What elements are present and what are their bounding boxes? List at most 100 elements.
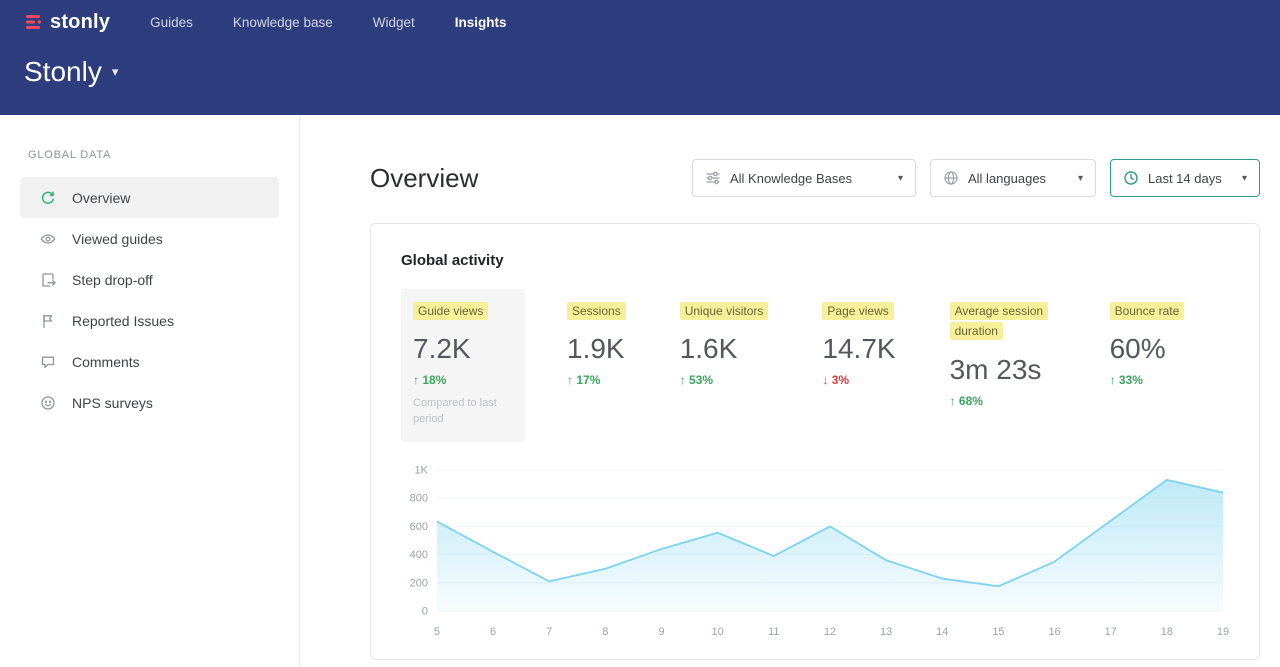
- metric-label: Average session duration: [950, 302, 1049, 340]
- sidebar-item-label: Overview: [72, 190, 130, 206]
- arrow-up-icon: ↑: [1110, 373, 1116, 387]
- main-panel: Overview All Knowledge Bases ▾: [300, 115, 1280, 667]
- global-activity-card: Global activity Guide views 7.2K ↑ 18% C…: [370, 223, 1260, 660]
- metric-change: ↑ 18%: [413, 373, 513, 387]
- metric-value: 1.6K: [680, 333, 769, 365]
- metric-label: Page views: [822, 302, 893, 320]
- svg-text:5: 5: [434, 626, 440, 638]
- content-area: GLOBAL DATA Overview Viewed guides: [0, 115, 1280, 667]
- svg-text:11: 11: [768, 626, 779, 638]
- sidebar-item-viewed-guides[interactable]: Viewed guides: [20, 218, 279, 259]
- metric-bounce-rate[interactable]: Bounce rate 60% ↑ 33%: [1098, 289, 1197, 401]
- filter-label: All languages: [968, 171, 1046, 186]
- svg-text:800: 800: [410, 493, 428, 505]
- step-dropoff-icon: [40, 272, 56, 288]
- activity-chart-wrap: 02004006008001K5678910111213141516171819: [401, 458, 1229, 643]
- nav-item-knowledge-base[interactable]: Knowledge base: [233, 15, 333, 30]
- metric-change: ↑ 33%: [1110, 373, 1185, 387]
- sidebar: GLOBAL DATA Overview Viewed guides: [0, 115, 300, 667]
- arrow-up-icon: ↑: [567, 373, 573, 387]
- globe-icon: [943, 170, 959, 186]
- metric-value: 14.7K: [822, 333, 895, 365]
- arrow-up-icon: ↑: [413, 373, 419, 387]
- svg-text:9: 9: [658, 626, 664, 638]
- metric-value: 1.9K: [567, 333, 626, 365]
- stonly-logo[interactable]: stonly: [24, 11, 110, 34]
- metric-label: Sessions: [567, 302, 626, 320]
- svg-text:8: 8: [602, 626, 608, 638]
- metric-value: 60%: [1110, 333, 1185, 365]
- workspace-caret-icon[interactable]: ▾: [112, 64, 119, 80]
- eye-icon: [40, 231, 56, 247]
- smiley-icon: [40, 395, 56, 411]
- stonly-logo-icon: [24, 12, 44, 32]
- sidebar-item-comments[interactable]: Comments: [20, 341, 279, 382]
- svg-text:16: 16: [1048, 626, 1060, 638]
- sidebar-item-label: Reported Issues: [72, 313, 174, 329]
- app-header: stonly Guides Knowledge base Widget Insi…: [0, 0, 1280, 115]
- comment-icon: [40, 354, 56, 370]
- metric-label: Bounce rate: [1110, 302, 1185, 320]
- metric-change: ↑ 68%: [950, 394, 1056, 408]
- date-range-filter[interactable]: Last 14 days ▾: [1110, 159, 1260, 197]
- metric-value: 3m 23s: [950, 354, 1056, 386]
- arrow-up-icon: ↑: [950, 394, 956, 408]
- svg-text:1K: 1K: [415, 465, 429, 477]
- nav-item-guides[interactable]: Guides: [150, 15, 193, 30]
- svg-text:18: 18: [1161, 626, 1173, 638]
- metric-guide-views[interactable]: Guide views 7.2K ↑ 18% Compared to last …: [401, 289, 525, 442]
- workspace-title: Stonly: [24, 56, 102, 88]
- languages-filter[interactable]: All languages ▾: [930, 159, 1096, 197]
- flag-icon: [40, 313, 56, 329]
- filter-label: Last 14 days: [1148, 171, 1222, 186]
- sidebar-item-reported-issues[interactable]: Reported Issues: [20, 300, 279, 341]
- metric-value: 7.2K: [413, 333, 513, 365]
- metric-sessions[interactable]: Sessions 1.9K ↑ 17%: [555, 289, 638, 401]
- metric-note: Compared to last period: [413, 396, 513, 428]
- svg-text:200: 200: [410, 578, 428, 590]
- svg-text:0: 0: [422, 606, 428, 618]
- sidebar-item-label: Step drop-off: [72, 272, 153, 288]
- activity-area-chart: 02004006008001K5678910111213141516171819: [401, 458, 1229, 643]
- logo-text: stonly: [50, 11, 110, 34]
- filters: All Knowledge Bases ▾ All languages ▾: [692, 159, 1260, 197]
- svg-text:15: 15: [992, 626, 1004, 638]
- chevron-down-icon: ▾: [888, 173, 903, 184]
- arrow-down-icon: ↓: [822, 373, 828, 387]
- metric-change: ↑ 17%: [567, 373, 626, 387]
- svg-text:19: 19: [1217, 626, 1229, 638]
- sidebar-item-label: NPS surveys: [72, 395, 153, 411]
- knowledge-bases-filter[interactable]: All Knowledge Bases ▾: [692, 159, 916, 197]
- metric-avg-session-duration[interactable]: Average session duration 3m 23s ↑ 68%: [938, 289, 1068, 422]
- chevron-down-icon: ▾: [1232, 173, 1247, 184]
- metric-unique-visitors[interactable]: Unique visitors 1.6K ↑ 53%: [668, 289, 781, 401]
- metric-label: Guide views: [413, 302, 488, 320]
- metric-label: Unique visitors: [680, 302, 769, 320]
- metric-change: ↓ 3%: [822, 373, 895, 387]
- top-navigation: stonly Guides Knowledge base Widget Insi…: [0, 0, 1280, 44]
- heading-row: Overview All Knowledge Bases ▾: [370, 159, 1260, 197]
- workspace-row: Stonly ▾: [0, 44, 1280, 88]
- card-title: Global activity: [401, 252, 1229, 269]
- svg-text:10: 10: [712, 626, 724, 638]
- sidebar-item-overview[interactable]: Overview: [20, 177, 279, 218]
- nav-item-insights[interactable]: Insights: [455, 15, 507, 30]
- svg-text:400: 400: [410, 549, 428, 561]
- overview-icon: [40, 190, 56, 206]
- svg-text:12: 12: [824, 626, 836, 638]
- sidebar-section-label: GLOBAL DATA: [28, 149, 299, 161]
- metric-page-views[interactable]: Page views 14.7K ↓ 3%: [810, 289, 907, 401]
- nav-item-widget[interactable]: Widget: [373, 15, 415, 30]
- svg-text:600: 600: [410, 521, 428, 533]
- sidebar-item-step-dropoff[interactable]: Step drop-off: [20, 259, 279, 300]
- arrow-up-icon: ↑: [680, 373, 686, 387]
- page-title: Overview: [370, 163, 478, 194]
- sliders-icon: [705, 170, 721, 186]
- svg-text:13: 13: [880, 626, 892, 638]
- metric-change: ↑ 53%: [680, 373, 769, 387]
- sidebar-item-label: Viewed guides: [72, 231, 163, 247]
- svg-text:6: 6: [490, 626, 496, 638]
- svg-text:7: 7: [546, 626, 552, 638]
- sidebar-item-nps-surveys[interactable]: NPS surveys: [20, 382, 279, 423]
- filter-label: All Knowledge Bases: [730, 171, 852, 186]
